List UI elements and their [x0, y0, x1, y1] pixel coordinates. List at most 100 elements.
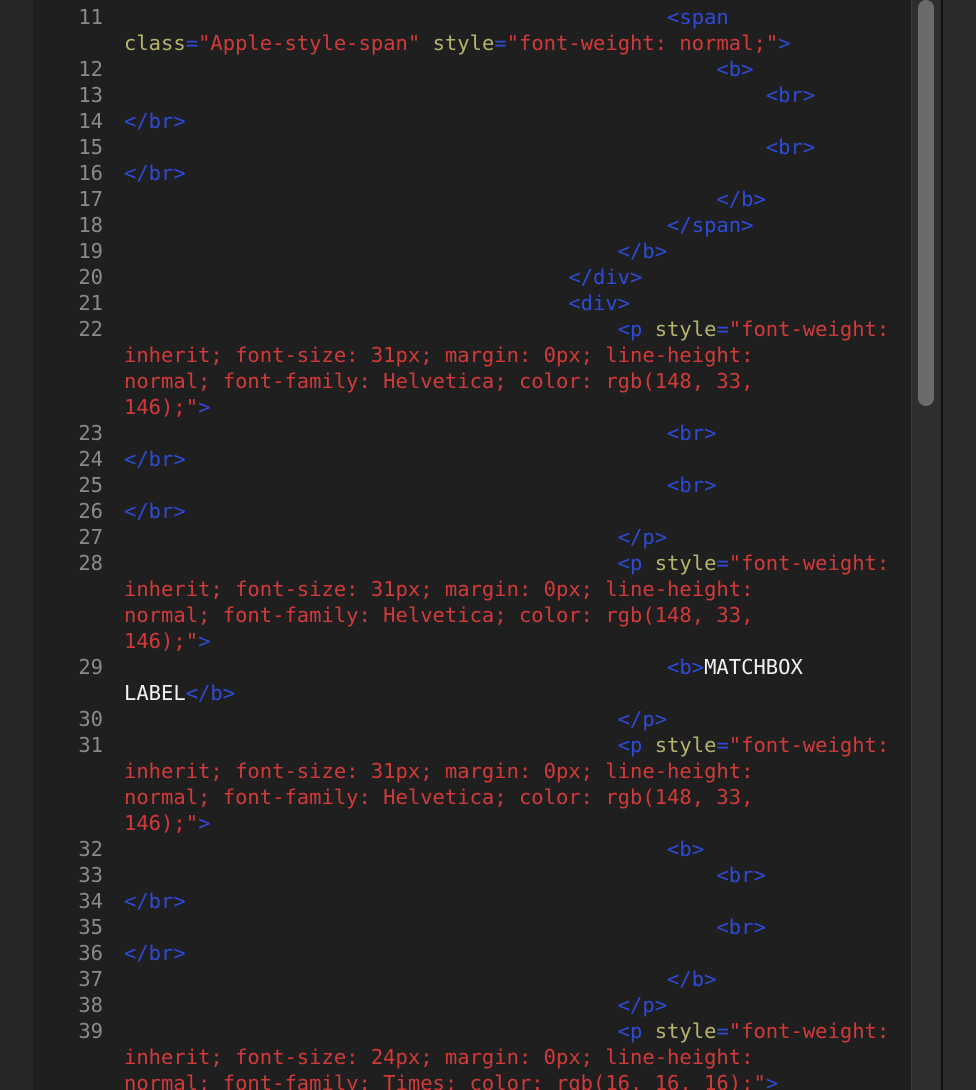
token-attr: style — [642, 551, 717, 575]
line-text: <br> — [124, 472, 716, 498]
token-tag: <br> — [124, 473, 717, 497]
token-tag: > — [198, 811, 211, 835]
line-number: 24 — [78, 447, 103, 471]
token-attr: style — [642, 317, 717, 341]
token-val: normal; font-family: Helvetica; color: r… — [124, 369, 754, 393]
line-text: <br> — [124, 914, 766, 940]
token-tag: <b> — [124, 655, 705, 679]
line-text: </span> — [124, 212, 753, 238]
line-text: </br> — [124, 498, 186, 524]
token-tag: = — [716, 317, 729, 341]
line-text: inherit; font-size: 31px; margin: 0px; l… — [124, 576, 753, 602]
line-number: 26 — [78, 499, 103, 523]
line-number: 14 — [78, 109, 103, 133]
token-tag: > — [198, 395, 211, 419]
line-text: 146);"> — [124, 628, 210, 654]
token-val: 146);" — [124, 629, 199, 653]
line-number: 13 — [78, 83, 103, 107]
token-tag: > — [778, 31, 791, 55]
token-tag: </p> — [124, 525, 668, 549]
line-number: 30 — [78, 707, 103, 731]
line-text: normal; font-family: Times; color: rgb(1… — [124, 1070, 778, 1090]
line-text: <span — [124, 4, 729, 30]
token-tag: > — [198, 629, 211, 653]
line-text: </p> — [124, 992, 667, 1018]
token-tag: </div> — [124, 265, 643, 289]
token-val: "Apple-style-span" — [198, 31, 421, 55]
line-text: <p style="font-weight: — [124, 550, 890, 576]
line-number: 27 — [78, 525, 103, 549]
token-tag: </b> — [124, 967, 717, 991]
line-number: 19 — [78, 239, 103, 263]
token-tag: </br> — [124, 161, 186, 185]
line-text: normal; font-family: Helvetica; color: r… — [124, 784, 753, 810]
token-tag: </br> — [124, 941, 186, 965]
line-number: 11 — [78, 5, 103, 29]
token-tag: </b> — [124, 187, 766, 211]
line-text: </b> — [124, 238, 667, 264]
token-attr: style — [642, 1019, 717, 1043]
token-tag: <p — [124, 317, 643, 341]
left-sidebar-edge — [0, 0, 35, 1090]
token-val: inherit; font-size: 24px; margin: 0px; l… — [124, 1045, 754, 1069]
token-val: 146);" — [124, 395, 199, 419]
line-number: 25 — [78, 473, 103, 497]
line-text: </br> — [124, 446, 186, 472]
line-text: <p style="font-weight: — [124, 732, 890, 758]
vertical-scrollbar-thumb[interactable] — [918, 0, 934, 406]
line-number: 20 — [78, 265, 103, 289]
line-text: </br> — [124, 940, 186, 966]
line-text: normal; font-family: Helvetica; color: r… — [124, 368, 753, 394]
token-tag: </br> — [124, 889, 186, 913]
line-text: </br> — [124, 108, 186, 134]
line-text: class="Apple-style-span" style="font-wei… — [124, 30, 791, 56]
token-tag: </b> — [185, 681, 236, 705]
token-tag: <br> — [124, 83, 816, 107]
line-text: </br> — [124, 888, 186, 914]
token-plain: MATCHBOX — [704, 655, 803, 679]
line-text: 146);"> — [124, 810, 210, 836]
line-number: 17 — [78, 187, 103, 211]
line-text: </p> — [124, 524, 667, 550]
token-tag: </br> — [124, 499, 186, 523]
token-tag: </b> — [124, 239, 668, 263]
line-text: <b> — [124, 836, 704, 862]
token-val: "font-weight: — [728, 317, 890, 341]
line-number: 33 — [78, 863, 103, 887]
line-text: </p> — [124, 706, 667, 732]
line-number: 23 — [78, 421, 103, 445]
line-text: <br> — [124, 420, 716, 446]
token-val: "font-weight: — [728, 1019, 890, 1043]
line-number: 39 — [78, 1019, 103, 1043]
token-val: normal; font-family: Helvetica; color: r… — [124, 603, 754, 627]
line-number: 37 — [78, 967, 103, 991]
token-val: 146);" — [124, 811, 199, 835]
token-tag: <br> — [124, 915, 766, 939]
line-text: </div> — [124, 264, 642, 290]
line-text: normal; font-family: Helvetica; color: r… — [124, 602, 753, 628]
token-val: normal; font-family: Helvetica; color: r… — [124, 785, 754, 809]
token-tag: = — [716, 733, 729, 757]
token-tag: = — [185, 31, 199, 55]
code-editor[interactable]: 11 <span class="Apple-style-span" style="… — [35, 0, 911, 1090]
line-text: <br> — [124, 82, 815, 108]
line-text: inherit; font-size: 31px; margin: 0px; l… — [124, 758, 753, 784]
token-tag: <div> — [124, 291, 631, 315]
line-text: </br> — [124, 160, 186, 186]
token-tag: = — [716, 1019, 729, 1043]
token-tag: <p — [124, 1019, 643, 1043]
token-tag: <br> — [124, 135, 816, 159]
line-text: inherit; font-size: 31px; margin: 0px; l… — [124, 342, 753, 368]
line-number: 22 — [78, 317, 103, 341]
line-text: <br> — [124, 134, 815, 160]
token-tag: </span> — [124, 213, 754, 237]
line-number: 16 — [78, 161, 103, 185]
line-text: <br> — [124, 862, 765, 888]
right-panel-edge — [941, 0, 976, 1090]
token-attr: style — [420, 31, 495, 55]
token-attr: style — [642, 733, 717, 757]
line-text: <b>MATCHBOX — [124, 654, 803, 680]
token-tag: <b> — [124, 57, 754, 81]
token-tag: <p — [124, 551, 643, 575]
token-tag: > — [765, 1071, 779, 1090]
